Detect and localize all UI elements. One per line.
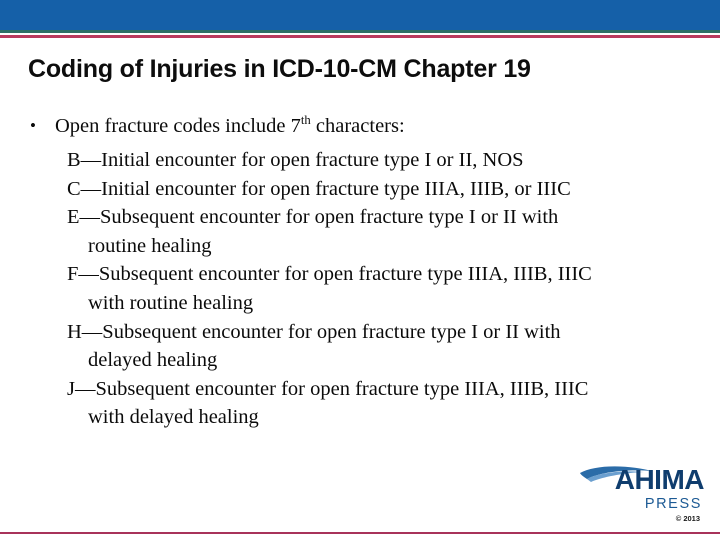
- list-item-line-2: delayed healing: [88, 349, 218, 372]
- header-blue-band: [0, 0, 720, 30]
- lead-text-before: Open fracture codes include 7: [55, 115, 301, 137]
- list-item: B—Initial encounter for open fracture ty…: [0, 146, 720, 175]
- slide-title: Coding of Injuries in ICD-10-CM Chapter …: [28, 55, 531, 83]
- list-item: H—Subsequent encounter for open fracture…: [0, 318, 720, 375]
- slide-body: • Open fracture codes include 7th charact…: [0, 112, 720, 432]
- seventh-character-list: B—Initial encounter for open fracture ty…: [0, 146, 720, 432]
- bullet-point-icon: •: [30, 116, 36, 135]
- list-item-line-1: J—Subsequent encounter for open fracture…: [67, 377, 589, 400]
- list-item: J—Subsequent encounter for open fracture…: [0, 375, 720, 432]
- press-label: PRESS: [644, 496, 702, 512]
- list-item-line-1: B—Initial encounter for open fracture ty…: [67, 149, 524, 171]
- copyright-notice: © 2013: [675, 514, 700, 523]
- list-item-line-1: E—Subsequent encounter for open fracture…: [67, 206, 559, 229]
- list-item-line-2: with routine healing: [88, 291, 254, 314]
- ahima-logo-mark: AHIMA: [578, 464, 705, 498]
- list-item-line-2: with delayed healing: [88, 406, 259, 429]
- list-item-line-1: F—Subsequent encounter for open fracture…: [67, 263, 592, 286]
- footer-crimson-rule: [0, 532, 720, 534]
- list-item-line-2: routine healing: [88, 234, 212, 257]
- ordinal-superscript: th: [300, 113, 311, 128]
- list-item: F—Subsequent encounter for open fracture…: [0, 260, 720, 317]
- lead-text-after: characters:: [310, 115, 405, 137]
- header-crimson-rule: [0, 35, 720, 38]
- ahima-wordmark: AHIMA: [614, 464, 705, 495]
- list-item-line-1: H—Subsequent encounter for open fracture…: [67, 320, 561, 343]
- list-item: C—Initial encounter for open fracture ty…: [0, 175, 720, 204]
- list-item-line-1: C—Initial encounter for open fracture ty…: [67, 177, 571, 200]
- lead-bullet-line: • Open fracture codes include 7th charact…: [0, 112, 720, 140]
- ahima-press-logo: AHIMA PRESS © 2013: [578, 464, 705, 523]
- list-item: E—Subsequent encounter for open fracture…: [0, 203, 720, 260]
